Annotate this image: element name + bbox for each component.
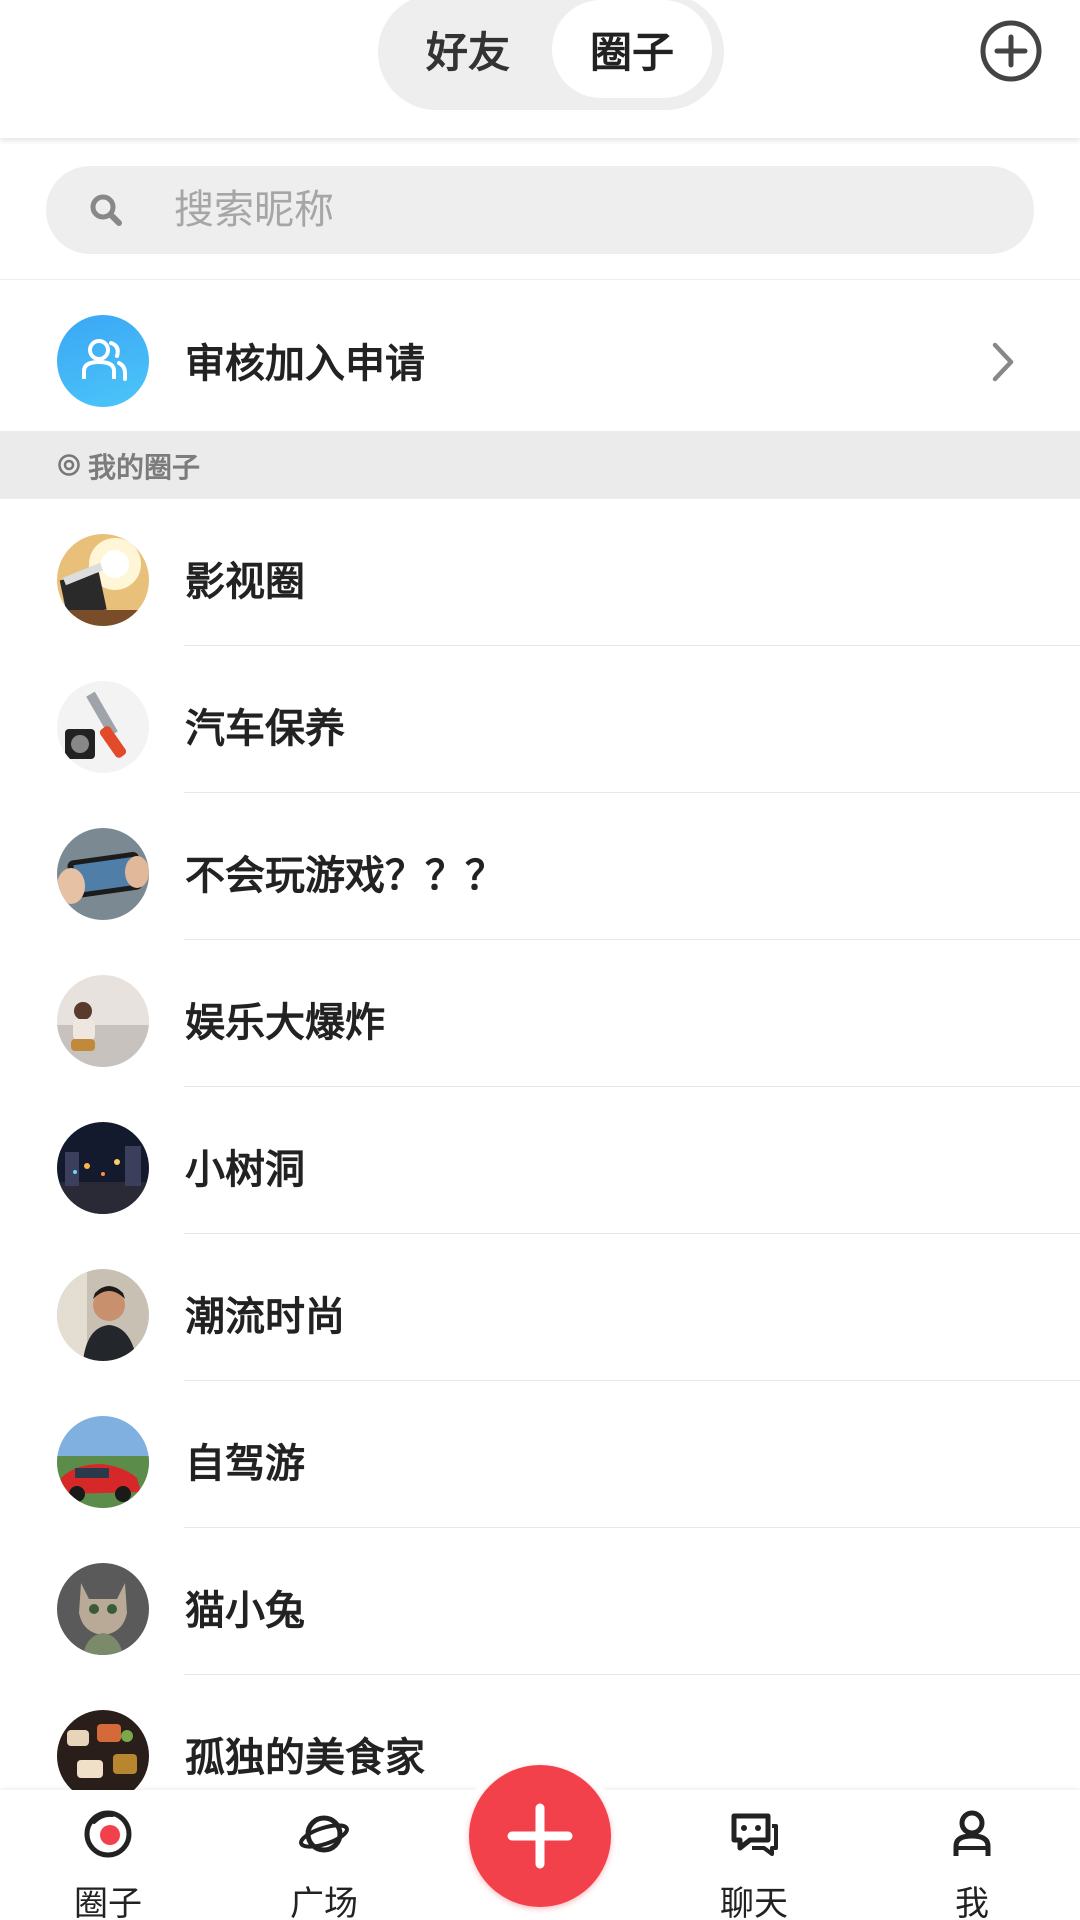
search-icon [90, 194, 122, 226]
avatar [57, 1563, 149, 1655]
avatar [57, 1122, 149, 1214]
app-screen: 好友 圈子 搜索昵称 审核加入申请 我的圈子 影视圈 汽车保养 不会玩游戏？？？… [0, 0, 1080, 1920]
section-header-my-circles: 我的圈子 [0, 431, 1080, 499]
person-icon [953, 1810, 991, 1856]
list-item[interactable]: 自驾游 [0, 1381, 1080, 1528]
users-icon [57, 315, 149, 407]
section-label: 我的圈子 [88, 451, 201, 484]
segment-control: 好友 圈子 [378, 0, 724, 110]
avatar [57, 534, 149, 626]
avatar [57, 1269, 149, 1361]
list-item[interactable]: 影视圈 [0, 499, 1080, 646]
circle-name: 小树洞 [185, 1147, 305, 1193]
search-placeholder: 搜索昵称 [174, 187, 334, 233]
circle-name: 潮流时尚 [185, 1294, 345, 1340]
nav-item-me[interactable]: 我 [912, 1790, 1032, 1920]
plus-icon [507, 1803, 573, 1869]
circle-target-icon [84, 1810, 132, 1858]
nav-item-chat[interactable]: 聊天 [694, 1790, 814, 1920]
list-item[interactable]: 不会玩游戏？？？ [0, 793, 1080, 940]
circle-name: 猫小兔 [185, 1588, 305, 1634]
search-area: 搜索昵称 [0, 138, 1080, 280]
chevron-right-icon [992, 342, 1014, 382]
review-join-requests[interactable]: 审核加入申请 [0, 281, 1080, 431]
search-input[interactable]: 搜索昵称 [46, 166, 1034, 254]
create-button[interactable] [469, 1765, 611, 1907]
circle-name: 汽车保养 [185, 706, 345, 752]
top-bar: 好友 圈子 [0, 0, 1080, 138]
nav-item-circles[interactable]: 圈子 [48, 1790, 168, 1920]
avatar [57, 1416, 149, 1508]
fab-container [460, 1756, 620, 1920]
tab-circles[interactable]: 圈子 [552, 0, 712, 98]
avatar [57, 975, 149, 1067]
list-item[interactable]: 小树洞 [0, 1087, 1080, 1234]
nav-label: 我 [955, 1884, 989, 1920]
review-label: 审核加入申请 [185, 341, 425, 387]
list-item[interactable]: 汽车保养 [0, 646, 1080, 793]
list-item[interactable]: 娱乐大爆炸 [0, 940, 1080, 1087]
nav-label: 广场 [290, 1884, 358, 1920]
plus-circle-icon[interactable] [976, 16, 1046, 86]
nav-label: 聊天 [720, 1884, 788, 1920]
tab-friends[interactable]: 好友 [388, 0, 548, 98]
nav-label: 圈子 [74, 1884, 142, 1920]
avatar [57, 828, 149, 920]
circle-name: 不会玩游戏？？？ [185, 853, 505, 899]
avatar [57, 681, 149, 773]
circle-target-icon [58, 454, 80, 476]
chat-icon [731, 1813, 778, 1856]
list-item[interactable]: 猫小兔 [0, 1528, 1080, 1675]
circle-name: 娱乐大爆炸 [185, 1000, 385, 1046]
list-item[interactable]: 潮流时尚 [0, 1234, 1080, 1381]
nav-item-square[interactable]: 广场 [264, 1790, 384, 1920]
avatar [57, 1710, 149, 1802]
circle-name: 自驾游 [185, 1441, 305, 1487]
planet-icon [299, 1815, 349, 1853]
circle-name: 影视圈 [185, 559, 305, 605]
